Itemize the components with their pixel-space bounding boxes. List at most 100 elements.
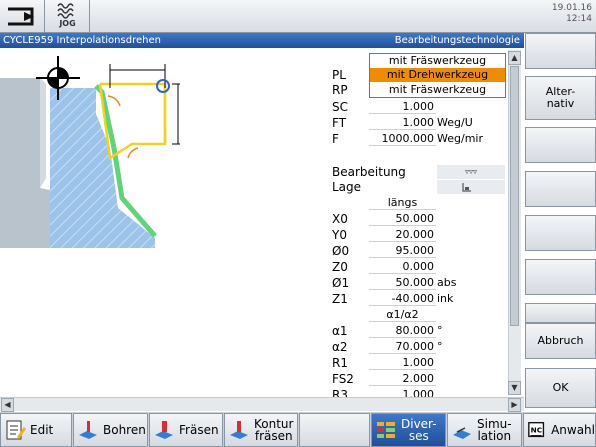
scroll-up-icon[interactable]: ▲ xyxy=(508,51,521,65)
machine-area-icon xyxy=(8,7,34,26)
direction-select[interactable]: längs xyxy=(369,196,436,210)
hsk-fraesen-label: Fräsen xyxy=(179,423,219,437)
param-label-Z1: Z1 xyxy=(332,292,348,306)
param-unit-D1[interactable]: abs xyxy=(437,276,456,290)
param-field-FT[interactable]: 1.000 xyxy=(369,116,436,130)
abort-button[interactable]: Abbruch xyxy=(525,323,596,359)
param-label-SC: SC xyxy=(332,100,348,114)
jog-icon xyxy=(57,3,74,19)
param-label-lage: Lage xyxy=(332,180,362,194)
drill-icon xyxy=(79,421,97,439)
vsk-3[interactable] xyxy=(525,127,596,163)
param-field-R3[interactable]: 1.000 xyxy=(369,388,436,397)
hsk-simulation[interactable]: Simu- lation xyxy=(447,413,522,447)
hsk-anwahl[interactable]: NC Anwahl xyxy=(523,413,596,447)
param-field-D1[interactable]: 50.000 xyxy=(369,276,436,290)
scroll-right-icon[interactable]: ▶ xyxy=(508,398,521,412)
param-label-RP: RP xyxy=(332,83,348,97)
ok-button[interactable]: OK xyxy=(525,368,596,408)
hsk-diverses-label: Diver- ses xyxy=(401,417,437,443)
param-field-D0[interactable]: 95.000 xyxy=(369,244,436,258)
technology-dropdown[interactable]: mit Fräswerkzeug mit Drehwerkzeug mit Fr… xyxy=(369,53,506,98)
hsk-diverses[interactable]: Diver- ses xyxy=(371,413,446,447)
dropdown-option-turning-tool[interactable]: mit Drehwerkzeug xyxy=(370,68,505,82)
param-label-D1: Ø1 xyxy=(332,276,350,290)
scroll-left-icon[interactable]: ◀ xyxy=(1,398,14,412)
hsk-empty[interactable] xyxy=(299,413,370,447)
param-unit-F: Weg/mir xyxy=(437,132,483,145)
mill-icon xyxy=(155,421,173,439)
param-label-Z0: Z0 xyxy=(332,260,348,274)
param-label-FS2: FS2 xyxy=(332,372,354,386)
param-label-Y0: Y0 xyxy=(332,228,347,242)
param-label-F: F xyxy=(332,132,339,146)
ok-label: OK xyxy=(552,381,569,394)
cycle-title: CYCLE959 Interpolationsdrehen xyxy=(3,35,161,46)
vsk-alternativ-label: Alter- nativ xyxy=(545,85,576,110)
abort-label: Abbruch xyxy=(537,334,584,347)
simulation-icon xyxy=(453,427,471,439)
contour-mill-icon xyxy=(230,421,248,439)
vsk-alternativ[interactable]: Alter- nativ xyxy=(525,76,596,120)
param-field-Z0[interactable]: 0.000 xyxy=(369,260,436,274)
vsk-6[interactable] xyxy=(525,259,596,295)
hsk-bohren[interactable]: Bohren xyxy=(73,413,148,447)
param-row-R3-clip: R3 1.000 xyxy=(330,388,508,397)
nc-select-icon: NC xyxy=(528,422,545,438)
param-label-a1: α1 xyxy=(332,324,348,338)
dropdown-option-milling-tool[interactable]: mit Fräswerkzeug xyxy=(370,54,505,68)
param-label-R1: R1 xyxy=(332,356,348,370)
param-field-a2[interactable]: 70.000 xyxy=(369,340,436,354)
param-unit-a2: ° xyxy=(437,340,443,353)
param-field-SC[interactable]: 1.000 xyxy=(369,100,436,114)
hsk-simulation-label: Simu- lation xyxy=(477,417,512,443)
param-unit-a1: ° xyxy=(437,324,443,337)
position-icon xyxy=(462,183,471,192)
hsk-kontur-fraesen[interactable]: Kontur fräsen xyxy=(224,413,298,447)
vsk-4[interactable] xyxy=(525,171,596,207)
time-text: 12:14 xyxy=(566,14,592,24)
hsk-anwahl-label: Anwahl xyxy=(551,423,595,437)
param-field-a1[interactable]: 80.000 xyxy=(369,324,436,338)
cycle-title-bar: CYCLE959 Interpolationsdrehen Bearbeitun… xyxy=(0,33,524,48)
hsk-edit[interactable]: Edit xyxy=(0,413,72,447)
angle-mode-select[interactable]: α1/α2 xyxy=(369,308,436,322)
help-graphic xyxy=(0,48,330,398)
vsk-1[interactable] xyxy=(525,33,596,69)
param-unit-FT: Weg/U xyxy=(437,116,473,129)
param-label-PL: PL xyxy=(332,68,346,82)
mode-indicator[interactable] xyxy=(0,0,45,33)
horizontal-scrollbar[interactable] xyxy=(0,397,524,411)
param-field-Y0[interactable]: 20.000 xyxy=(369,228,436,242)
hsk-fraesen[interactable]: Fräsen xyxy=(149,413,223,447)
param-label-D0: Ø0 xyxy=(332,244,350,258)
date-text: 19.01.16 xyxy=(551,3,592,13)
edit-icon xyxy=(6,420,26,440)
mode-label: JOG xyxy=(59,19,76,28)
param-field-FS2[interactable]: 2.000 xyxy=(369,372,436,386)
vsk-5[interactable] xyxy=(525,215,596,251)
machining-select[interactable]: ▿▿▿ xyxy=(437,165,505,179)
hsk-edit-label: Edit xyxy=(30,423,54,437)
scroll-thumb[interactable] xyxy=(510,66,519,326)
hsk-kontur-fraesen-label: Kontur fräsen xyxy=(254,417,294,443)
date-time: 19.01.16 12:14 xyxy=(512,3,592,25)
misc-icon xyxy=(377,422,395,438)
param-label-X0: X0 xyxy=(332,212,348,226)
interpolation-turning-diagram xyxy=(0,56,180,248)
svg-text:NC: NC xyxy=(531,426,542,435)
param-label-R3: R3 xyxy=(332,388,348,397)
param-field-X0[interactable]: 50.000 xyxy=(369,212,436,226)
dropdown-option-milling-tool-2[interactable]: mit Fräswerkzeug xyxy=(370,83,505,97)
hsk-bohren-label: Bohren xyxy=(103,423,146,437)
scroll-down-icon[interactable]: ▼ xyxy=(508,381,521,395)
param-label-bearbeitung: Bearbeitung xyxy=(332,165,406,179)
position-select[interactable] xyxy=(437,180,505,194)
param-label-a2: α2 xyxy=(332,340,348,354)
param-field-R1[interactable]: 1.000 xyxy=(369,356,436,370)
vsk-7[interactable] xyxy=(525,303,596,323)
param-field-Z1[interactable]: -40.000 xyxy=(369,292,436,306)
param-unit-Z1[interactable]: ink xyxy=(437,292,453,306)
parameter-title: Bearbeitungstechnologie xyxy=(394,35,520,46)
param-field-F[interactable]: 1000.000 xyxy=(369,132,436,146)
